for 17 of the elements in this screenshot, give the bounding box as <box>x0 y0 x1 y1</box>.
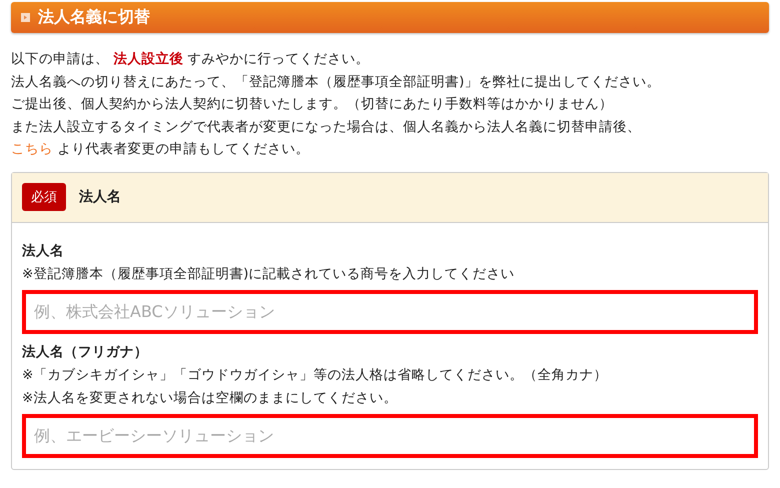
intro-text: より代表者変更の申請もしてください。 <box>56 141 310 157</box>
field-label: 法人名 <box>22 242 65 260</box>
field-note: ※「カブシキガイシャ」「ゴウドウガイシャ」等の法人格は省略してください。（全角カナ） <box>22 366 608 384</box>
intro-text: 以下の申請は、 法人設立後 すみやかに行ってください。 <box>11 50 371 69</box>
field-note: ※登記簿謄本（履歴事項全部証明書)に記載されている商号を入力してください <box>22 264 516 284</box>
required-badge: 必須 <box>22 183 66 211</box>
section-title: 法人名義に切替 <box>38 7 150 28</box>
card-title: 法人名 <box>79 188 121 206</box>
field-note: ※法人名を変更されない場合は空欄のままにしてください。 <box>22 388 398 408</box>
link[interactable]: こちら <box>11 141 53 157</box>
intro-text: また法人設立するタイミングで代表者が変更になった場合は、個人名義から法人名義に切替申請後、 <box>11 118 642 136</box>
intro-text: 法人名義への切り替えにあたって、「登記簿謄本（履歴事項全部証明書)」を弊社に提出してください。 <box>11 72 662 92</box>
square-bullet-icon <box>21 13 30 22</box>
field-label: 法人名（フリガナ） <box>22 342 149 362</box>
input-field[interactable]: 例、株式会社ABCソリューション <box>22 290 758 334</box>
intro-text: ご提出後、個人契約から法人契約に切替いたします。（切替にあたり手数料等はかかりません） <box>11 95 614 114</box>
input-field[interactable]: 例、エービーシーソリューション <box>22 414 758 458</box>
